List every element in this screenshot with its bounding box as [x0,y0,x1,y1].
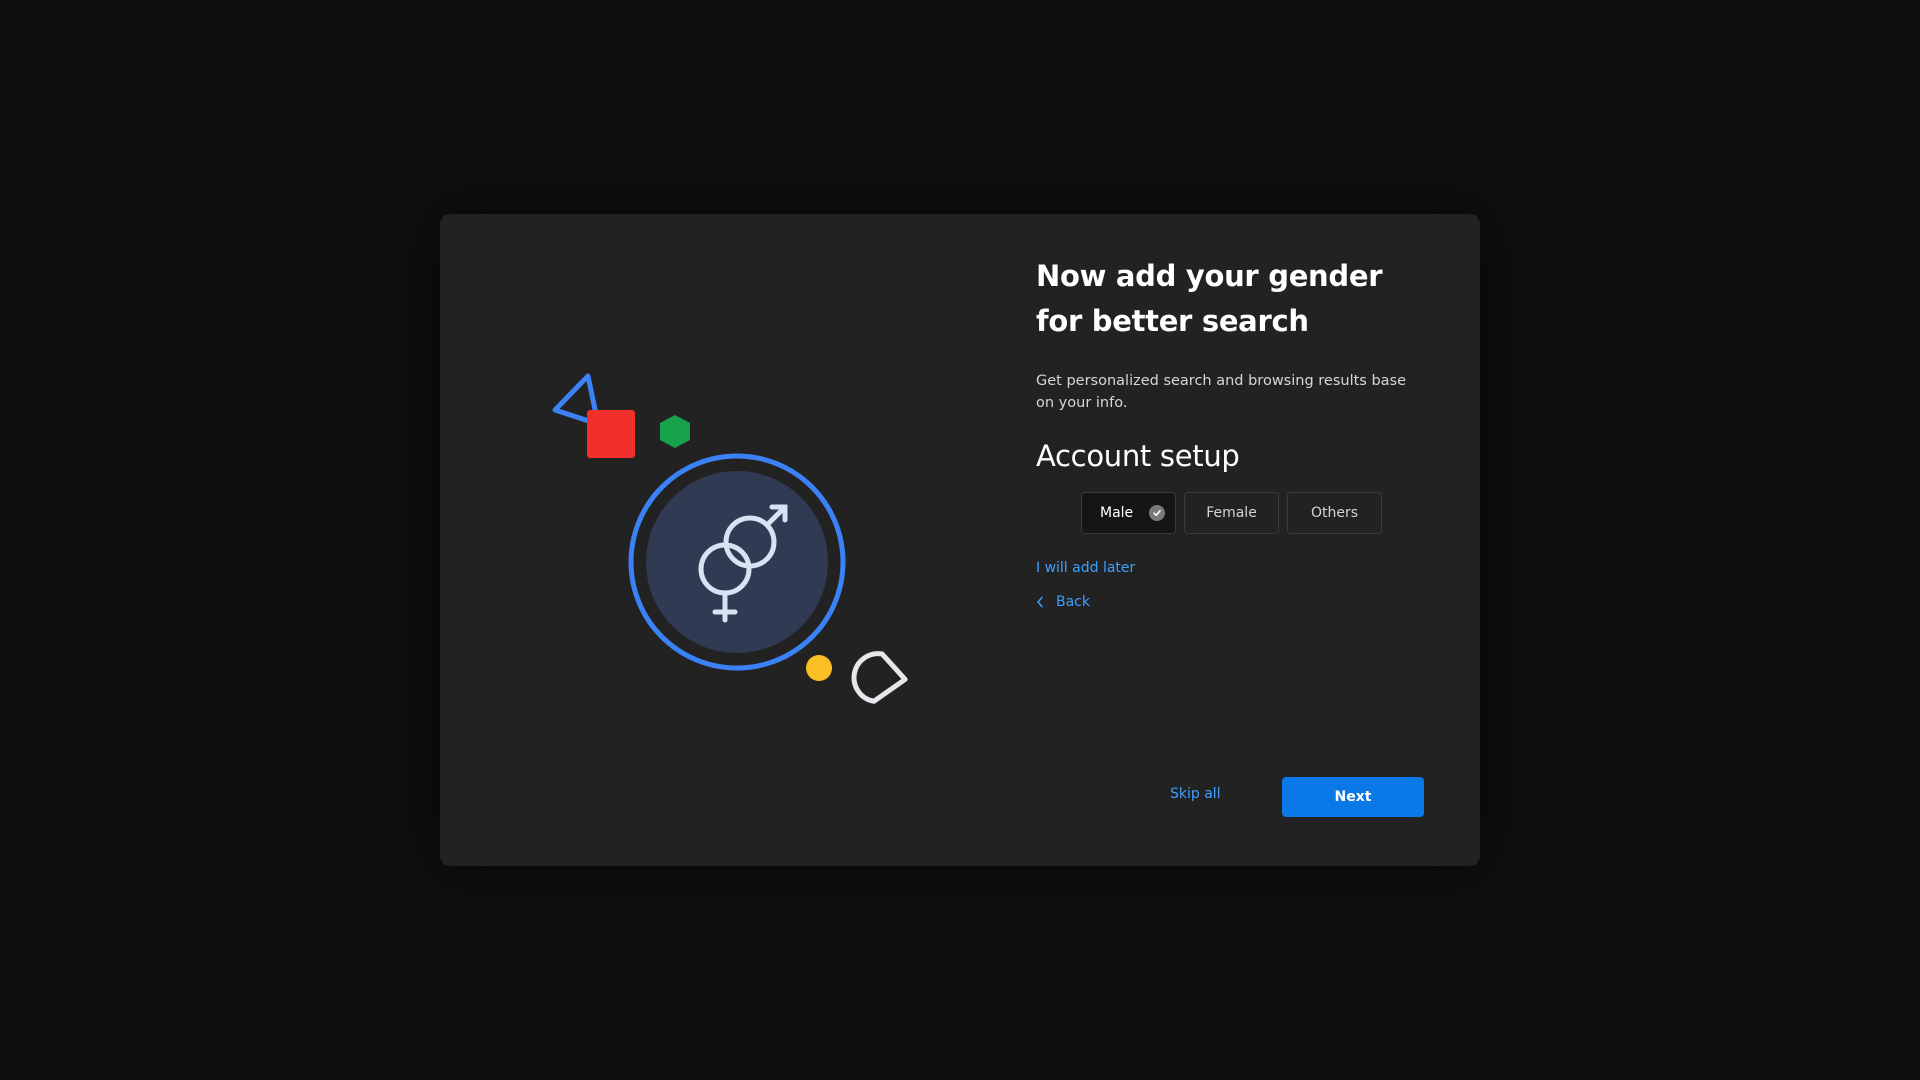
skip-all-link[interactable]: Skip all [1170,786,1221,802]
option-male[interactable]: Male [1081,492,1176,534]
option-others-label: Others [1310,505,1359,521]
option-male-label: Male [1100,505,1134,521]
back-label: Back [1056,594,1090,610]
next-button[interactable]: Next [1282,777,1424,817]
add-later-link[interactable]: I will add later [1036,560,1436,576]
gender-illustration [440,214,960,866]
hexagon-shape [660,415,690,448]
option-others[interactable]: Others [1287,492,1382,534]
form-content: Now add your gender for better search Ge… [1036,254,1436,610]
check-circle-icon [1149,505,1165,521]
page-subtitle: Get personalized search and browsing res… [1036,373,1407,411]
chevron-left-icon [1036,596,1046,608]
page-title: Now add your gender for better search [1036,259,1383,338]
leaf-shape [851,651,908,704]
back-link[interactable]: Back [1036,594,1436,610]
option-female-label: Female [1206,505,1257,521]
section-title: Account setup [1036,439,1240,473]
dot-shape [806,655,832,681]
gender-setup-dialog: Now add your gender for better search Ge… [440,214,1480,866]
gender-options: Male Female Others [1081,492,1436,534]
option-female[interactable]: Female [1184,492,1279,534]
square-shape [587,410,635,458]
